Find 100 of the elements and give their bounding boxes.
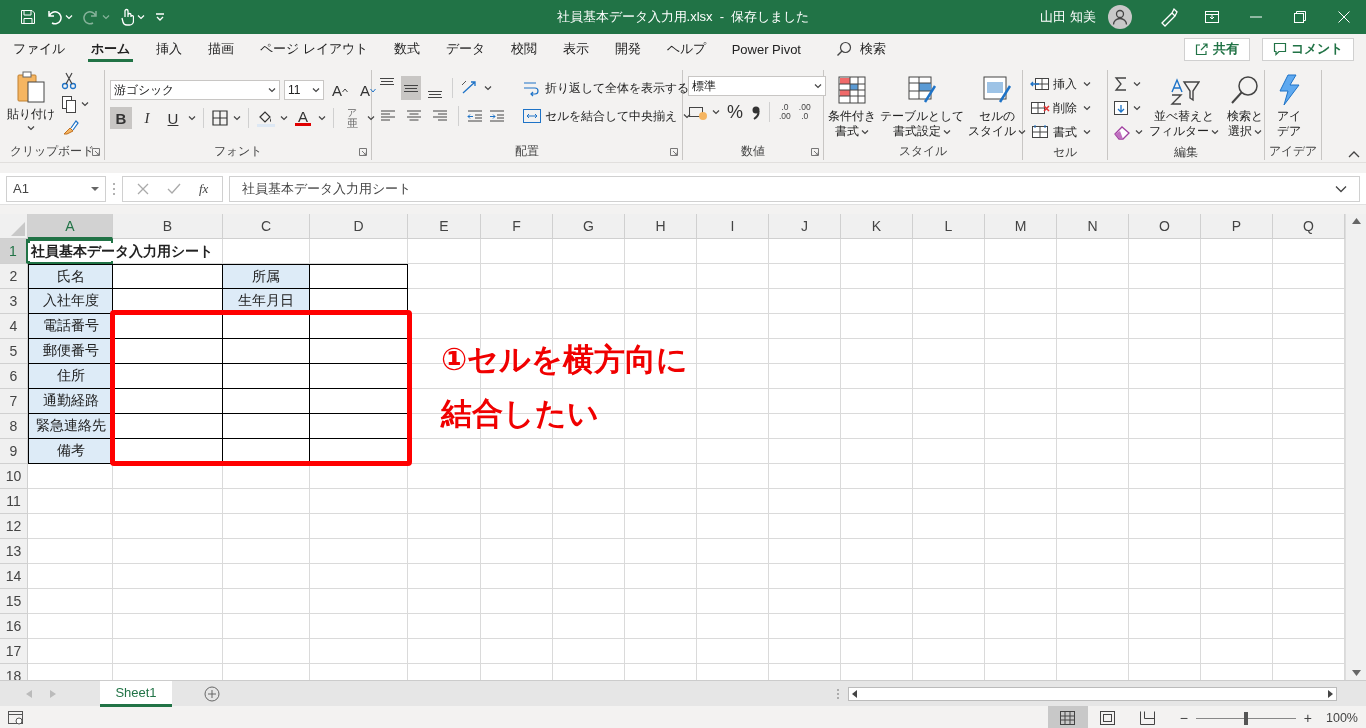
- column-header[interactable]: E: [408, 214, 481, 239]
- ribbon-tab[interactable]: 校閲: [497, 34, 550, 64]
- dialog-launcher-icon[interactable]: [670, 148, 678, 156]
- decrease-decimal-button[interactable]: .00 .0: [796, 100, 813, 124]
- grow-font-button[interactable]: A: [328, 79, 352, 101]
- number-format-dropdown[interactable]: 標準: [688, 76, 826, 96]
- row-header[interactable]: 13: [0, 539, 28, 564]
- ribbon-tab[interactable]: 数式: [380, 34, 433, 64]
- insert-cells-button[interactable]: 挿入: [1028, 72, 1094, 96]
- zoom-level[interactable]: 100%: [1326, 711, 1358, 725]
- save-button[interactable]: [20, 9, 36, 25]
- align-middle-button[interactable]: [401, 76, 421, 100]
- horizontal-scrollbar[interactable]: [848, 686, 1337, 701]
- ribbon-tab[interactable]: ヘルプ: [653, 34, 719, 64]
- font-color-button[interactable]: A: [292, 107, 314, 129]
- ribbon-tab[interactable]: 表示: [549, 34, 602, 64]
- ribbon-tab[interactable]: 開発: [601, 34, 654, 64]
- font-name-dropdown[interactable]: 游ゴシック: [110, 80, 280, 100]
- enter-check-icon[interactable]: [167, 182, 181, 195]
- column-header[interactable]: B: [113, 214, 223, 239]
- column-header[interactable]: F: [481, 214, 553, 239]
- column-header[interactable]: H: [625, 214, 697, 239]
- row-header[interactable]: 17: [0, 639, 28, 664]
- ribbon-tab[interactable]: Power Pivot: [718, 34, 814, 64]
- ribbon-tab[interactable]: ページ レイアウト: [247, 34, 381, 64]
- fill-down-icon[interactable]: [1113, 100, 1129, 116]
- row-header[interactable]: 7: [0, 389, 28, 414]
- comma-style-icon[interactable]: [750, 104, 762, 120]
- format-cells-button[interactable]: 書式: [1028, 120, 1094, 144]
- font-size-dropdown[interactable]: 11: [284, 80, 324, 100]
- ribbon-tab[interactable]: 描画: [195, 34, 247, 64]
- search-icon[interactable]: [836, 41, 852, 57]
- column-header[interactable]: G: [553, 214, 625, 239]
- collapse-ribbon-icon[interactable]: [1348, 150, 1360, 158]
- row-header[interactable]: 12: [0, 514, 28, 539]
- touch-button[interactable]: [120, 8, 145, 26]
- add-sheet-icon[interactable]: [204, 685, 220, 702]
- column-header[interactable]: C: [223, 214, 310, 239]
- increase-decimal-button[interactable]: .0 .00: [777, 100, 793, 124]
- row-header[interactable]: 2: [0, 264, 28, 289]
- dialog-launcher-icon[interactable]: [92, 148, 100, 156]
- row-header[interactable]: 15: [0, 589, 28, 614]
- column-header[interactable]: I: [697, 214, 769, 239]
- macro-record-icon[interactable]: [8, 711, 24, 725]
- row-header[interactable]: 6: [0, 364, 28, 389]
- scissors-icon[interactable]: [61, 72, 77, 90]
- delete-cells-button[interactable]: 削除: [1028, 96, 1094, 120]
- column-header[interactable]: D: [310, 214, 408, 239]
- row-header[interactable]: 3: [0, 289, 28, 314]
- insert-function-button[interactable]: fx: [199, 180, 209, 197]
- avatar-icon[interactable]: [1108, 5, 1132, 29]
- row-header[interactable]: 4: [0, 314, 28, 339]
- autosum-icon[interactable]: [1113, 76, 1129, 92]
- share-button[interactable]: 共有: [1184, 37, 1250, 61]
- zoom-out-button[interactable]: −: [1175, 710, 1192, 726]
- search-field[interactable]: 検索: [860, 40, 886, 58]
- ribbon-tab[interactable]: ファイル: [0, 34, 78, 64]
- name-box[interactable]: A1: [6, 175, 106, 202]
- paste-button[interactable]: 貼り付け: [5, 70, 57, 142]
- underline-button[interactable]: U: [162, 107, 184, 129]
- undo-button[interactable]: [46, 9, 73, 25]
- normal-view-button[interactable]: [1047, 706, 1088, 728]
- merge-center-button[interactable]: セルを結合して中央揃え: [520, 104, 694, 128]
- bold-button[interactable]: B: [110, 107, 132, 129]
- copy-icon[interactable]: [61, 95, 77, 113]
- column-header[interactable]: Q: [1273, 214, 1345, 239]
- scroll-up-icon[interactable]: [1351, 218, 1361, 224]
- italic-button[interactable]: I: [136, 107, 158, 129]
- row-header[interactable]: 11: [0, 489, 28, 514]
- borders-icon[interactable]: [211, 109, 229, 127]
- vertical-scrollbar[interactable]: [1345, 214, 1366, 680]
- ribbon-tab[interactable]: データ: [432, 34, 498, 64]
- sheet-tab[interactable]: Sheet1: [100, 680, 172, 707]
- column-header[interactable]: A: [28, 214, 113, 239]
- zoom-in-button[interactable]: +: [1299, 710, 1316, 726]
- sort-button[interactable]: 並べ替えと フィルター: [1147, 70, 1221, 144]
- find-button[interactable]: 検索と 選択: [1225, 70, 1265, 144]
- customize-button[interactable]: [155, 12, 165, 22]
- ribbon-tab[interactable]: ホーム: [78, 34, 143, 64]
- column-header[interactable]: L: [913, 214, 985, 239]
- column-header[interactable]: K: [841, 214, 913, 239]
- ribbon-tab[interactable]: 挿入: [143, 34, 195, 64]
- row-header[interactable]: 16: [0, 614, 28, 639]
- column-header[interactable]: O: [1129, 214, 1201, 239]
- dialog-launcher-icon[interactable]: [359, 148, 367, 156]
- formula-field[interactable]: 社員基本データ入力用シート: [229, 175, 1360, 202]
- row-header[interactable]: 5: [0, 339, 28, 364]
- column-header[interactable]: M: [985, 214, 1057, 239]
- comment-button[interactable]: コメント: [1262, 37, 1354, 61]
- phonetic-button[interactable]: ア 亜: [341, 107, 363, 129]
- ideas-button[interactable]: アイ デア: [1270, 70, 1308, 142]
- row-header[interactable]: 9: [0, 439, 28, 464]
- table-button[interactable]: テーブルとして 書式設定: [878, 70, 966, 142]
- zoom-slider-thumb[interactable]: [1243, 711, 1248, 725]
- percent-button[interactable]: %: [724, 101, 746, 123]
- row-header[interactable]: 10: [0, 464, 28, 489]
- shrink-font-button[interactable]: A: [356, 79, 380, 101]
- row-header[interactable]: 14: [0, 564, 28, 589]
- column-header[interactable]: N: [1057, 214, 1129, 239]
- conditional-button[interactable]: 条件付き 書式: [826, 70, 878, 142]
